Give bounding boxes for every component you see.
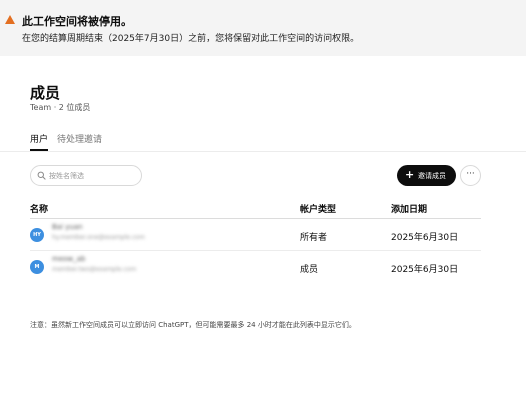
member-email: hy.member.one@example.com [52, 234, 145, 241]
page-title: 成员 [30, 84, 61, 102]
tabs-divider [0, 151, 526, 152]
banner-message: 在您的结算周期结束（2025年7月30日）之前，您将保留对此工作空间的访问权限。 [22, 34, 360, 44]
member-date-added: 2025年6月30日 [391, 265, 459, 275]
member-name: Bai yuan [52, 223, 83, 231]
table-row[interactable]: HY Bai yuan hy.member.one@example.com 所有… [30, 219, 481, 251]
search-icon [37, 171, 46, 180]
invite-member-label: 邀请成员 [418, 172, 446, 180]
avatar: HY [30, 228, 44, 242]
search-input[interactable] [49, 169, 137, 182]
column-header-date-added[interactable]: 添加日期 [391, 202, 427, 215]
member-date-added: 2025年6月30日 [391, 233, 459, 243]
workspace-deactivation-banner: 此工作空间将被停用。 在您的结算周期结束（2025年7月30日）之前，您将保留对… [0, 0, 526, 56]
more-horizontal-icon: ··· [466, 169, 475, 179]
member-role[interactable]: 成员 [300, 262, 318, 275]
banner-title: 此工作空间将被停用。 [22, 15, 132, 28]
column-header-account-type[interactable]: 帐户类型 [300, 202, 336, 215]
plus-icon: + [405, 168, 415, 181]
warning-triangle-icon [5, 15, 15, 24]
member-filter-search[interactable] [30, 165, 142, 186]
column-header-name: 名称 [30, 205, 49, 215]
page-subtitle: Team · 2 位成员 [30, 103, 91, 112]
more-options-button[interactable]: ··· [460, 165, 481, 186]
member-role[interactable]: 所有者 [300, 230, 327, 243]
tab-pending-invites[interactable]: 待处理邀请 [57, 132, 102, 145]
tab-users[interactable]: 用户 [30, 132, 48, 145]
table-row[interactable]: M meow_ab member.two@example.com 成员 2025… [30, 251, 481, 283]
member-name: meow_ab [52, 255, 86, 263]
invite-member-button[interactable]: + 邀请成员 [397, 165, 456, 186]
member-email: member.two@example.com [52, 266, 137, 273]
member-sync-note: 注意：虽然新工作空间成员可以立即访问 ChatGPT，但可能需要最多 24 小时… [30, 321, 356, 329]
avatar: M [30, 260, 44, 274]
